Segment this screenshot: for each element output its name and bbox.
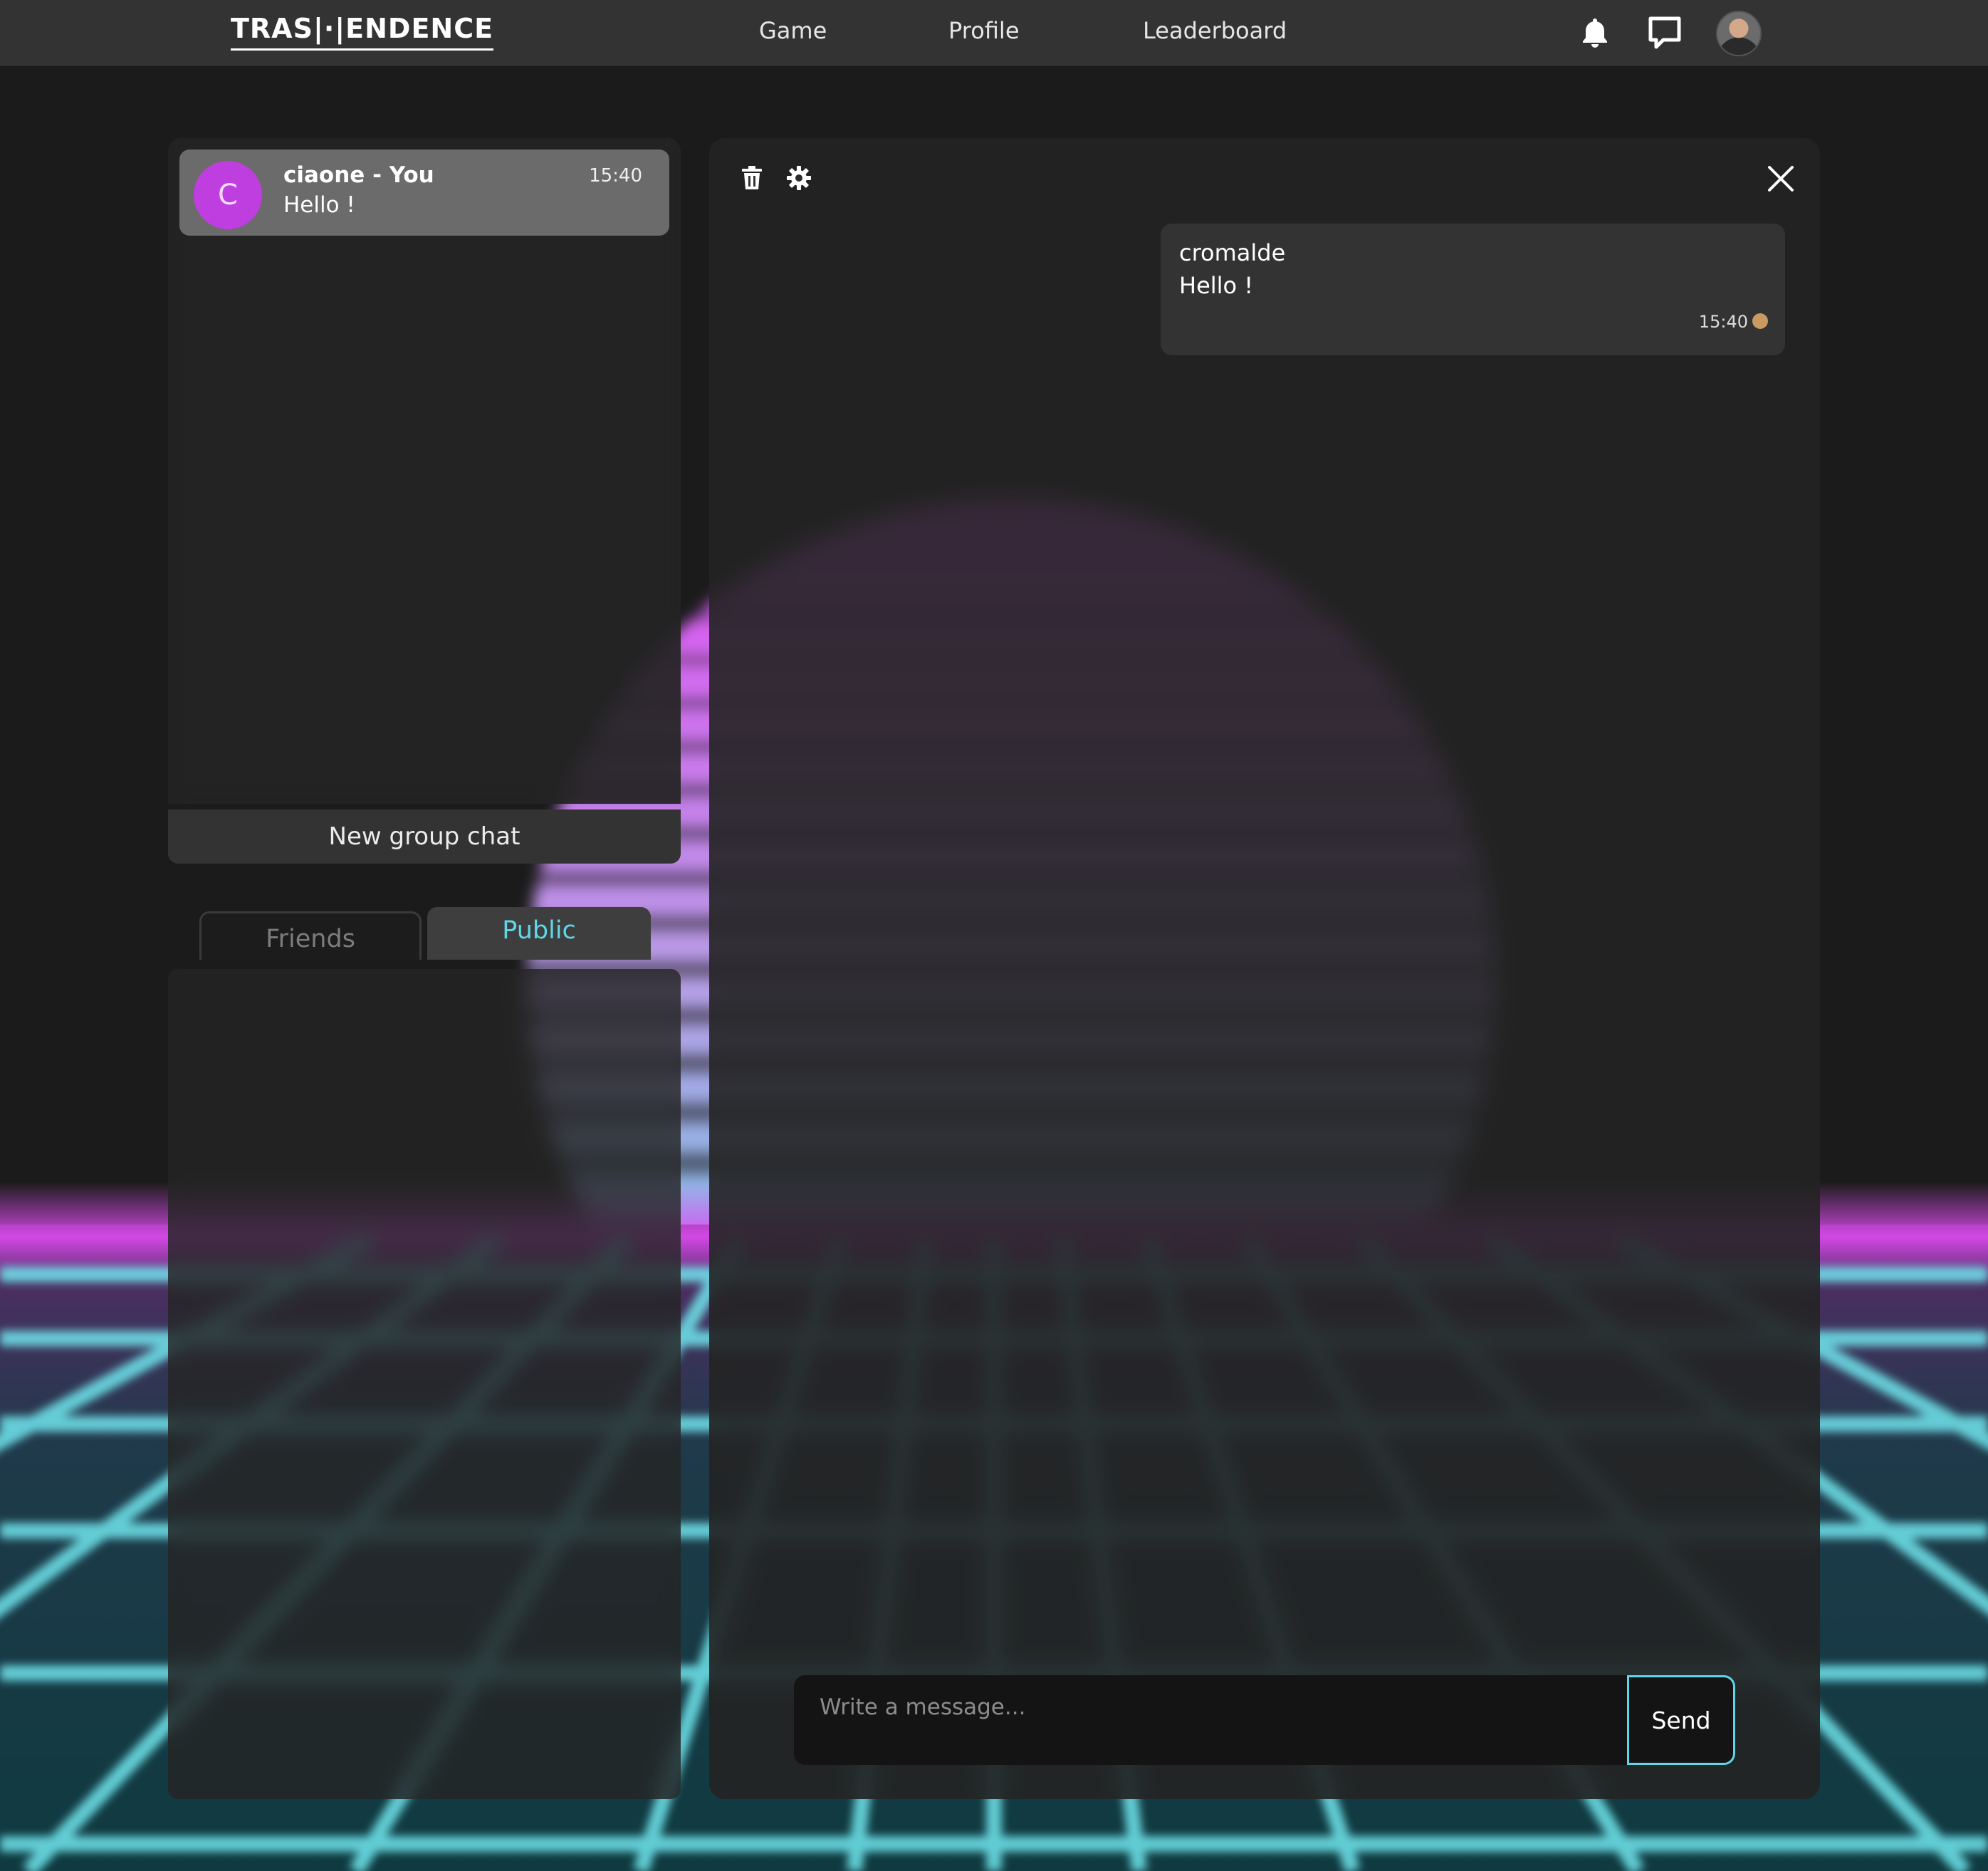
user-avatar[interactable] [1716, 11, 1762, 56]
users-list-panel [168, 969, 681, 1799]
chat-bubble-icon[interactable] [1646, 14, 1683, 54]
new-group-chat-button[interactable]: New group chat [168, 809, 681, 864]
chat-panel: cromalde Hello ! 15:40 [709, 138, 1820, 1799]
conversation-avatar: C [194, 161, 262, 229]
nav-link-leaderboard[interactable]: Leaderboard [1143, 17, 1287, 44]
nav-link-profile[interactable]: Profile [948, 17, 1020, 44]
conversation-item[interactable]: C ciaone - You Hello ! 15:40 [179, 150, 669, 236]
sender-avatar-icon [1752, 313, 1768, 329]
message-bubble: cromalde Hello ! 15:40 [1161, 224, 1785, 355]
app-logo[interactable]: TRAS|·|ENDENCE [231, 13, 494, 51]
nav-link-game[interactable]: Game [759, 17, 827, 44]
conversation-list: C ciaone - You Hello ! 15:40 [168, 138, 681, 804]
tab-public[interactable]: Public [427, 907, 651, 960]
message-input[interactable] [794, 1675, 1628, 1765]
close-icon[interactable] [1767, 165, 1794, 195]
conversation-name: ciaone - You [283, 162, 434, 188]
send-button[interactable]: Send [1627, 1675, 1735, 1765]
bell-icon[interactable] [1581, 17, 1609, 51]
message-text: Hello ! [1179, 272, 1254, 299]
message-sender[interactable]: cromalde [1179, 239, 1285, 266]
gear-icon[interactable] [786, 165, 812, 194]
message-time: 15:40 [1698, 312, 1748, 332]
conversation-time: 15:40 [589, 165, 642, 187]
top-navbar: TRAS|·|ENDENCE Game Profile Leaderboard [0, 0, 1988, 65]
tab-friends[interactable]: Friends [199, 911, 422, 960]
trash-icon[interactable] [741, 165, 763, 194]
conversation-preview: Hello ! [283, 192, 355, 218]
